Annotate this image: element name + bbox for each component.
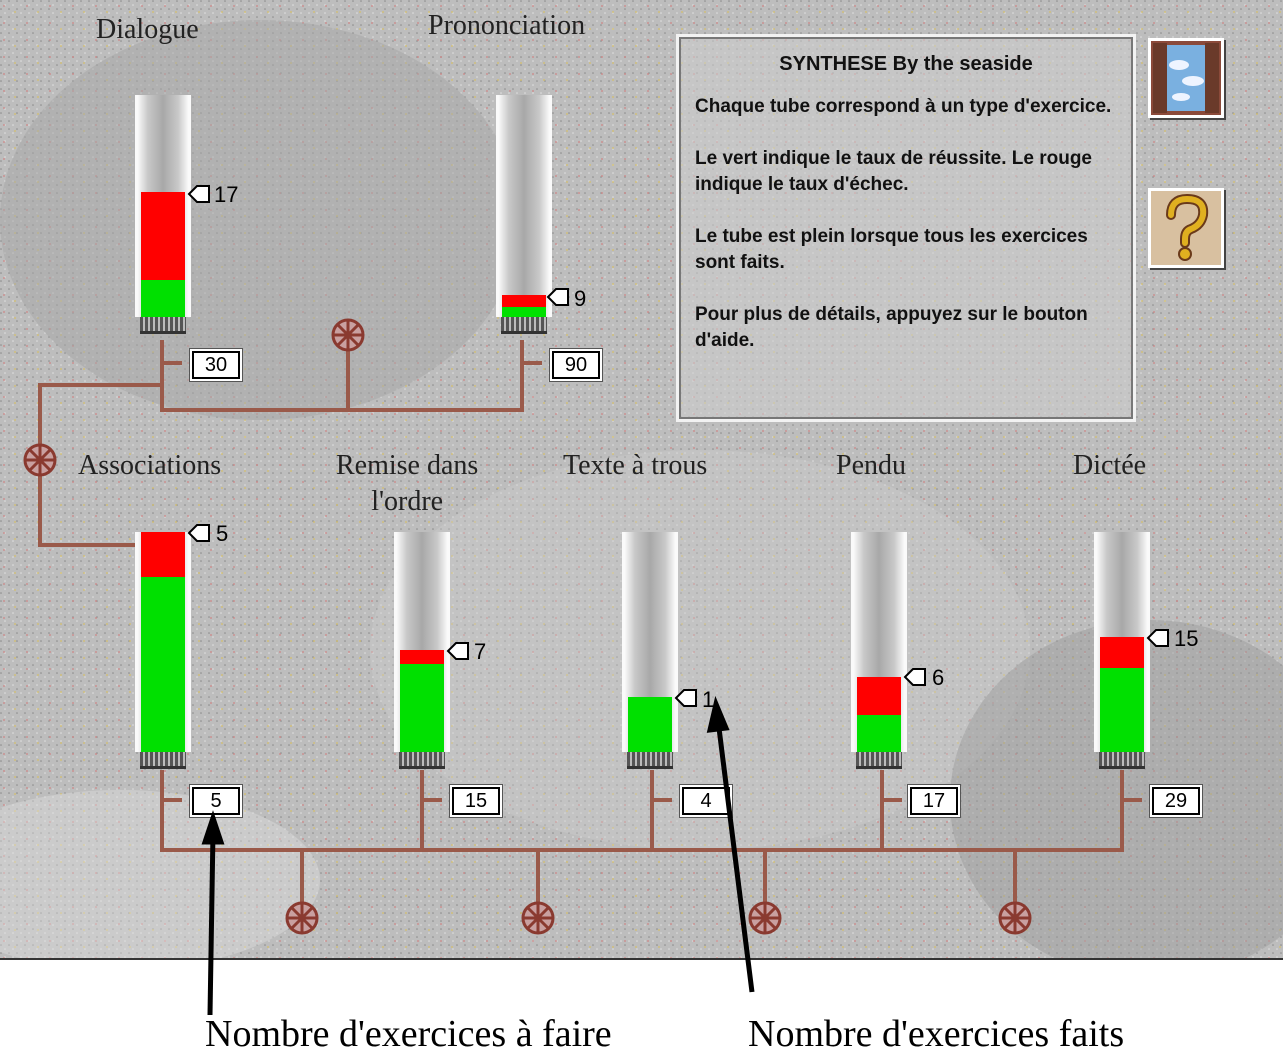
caption-done-count: Nombre d'exercices faits xyxy=(748,1013,1125,1055)
caption-todo-count: Nombre d'exercices à faire xyxy=(205,1013,612,1055)
annotation-arrows xyxy=(201,695,755,1016)
